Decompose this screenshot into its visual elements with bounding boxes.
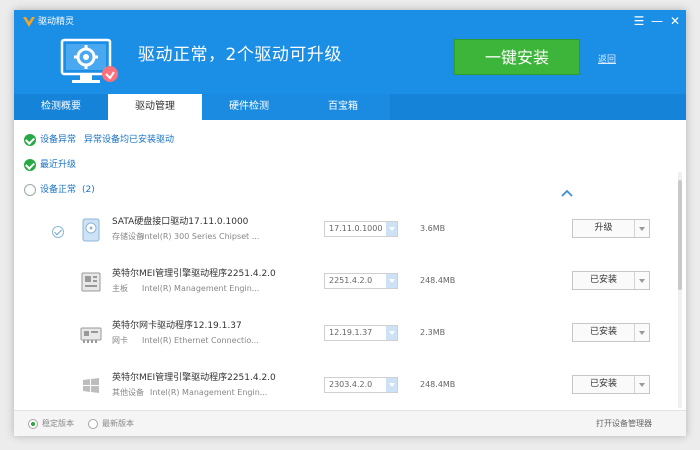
driver-row: 英特尔MEI管理引擎驱动程序2251.4.2.0 主板 Intel(R) Man… <box>14 268 686 320</box>
version-select[interactable]: 2251.4.2.0 <box>324 273 398 289</box>
tab-detection-summary[interactable]: 检测概要 <box>14 94 108 120</box>
motherboard-icon <box>81 272 101 292</box>
latest-version-label[interactable]: 最新版本 <box>102 418 134 430</box>
scrollbar[interactable] <box>678 172 682 408</box>
recent-check-icon <box>24 159 36 171</box>
upgrade-button[interactable]: 升级 <box>572 219 650 238</box>
version-select[interactable]: 12.19.1.37 <box>324 325 398 341</box>
driver-name: 英特尔网卡驱动程序12.19.1.37 <box>112 321 242 331</box>
driver-name: 英特尔MEI管理引擎驱动程序2251.4.2.0 <box>112 269 276 279</box>
version-value: 2251.4.2.0 <box>329 276 373 285</box>
action-dropdown-icon[interactable] <box>635 324 649 341</box>
action-label: 已安装 <box>573 272 635 289</box>
version-value: 2303.4.2.0 <box>329 380 373 389</box>
version-value: 17.11.0.1000 <box>329 224 383 233</box>
version-value: 12.19.1.37 <box>329 328 373 337</box>
action-label: 已安装 <box>573 324 635 341</box>
stable-version-radio[interactable] <box>28 419 38 429</box>
latest-version-radio[interactable] <box>88 419 98 429</box>
section-device-normal[interactable]: 设备正常 <box>40 184 76 196</box>
tab-driver-management[interactable]: 驱动管理 <box>108 94 202 120</box>
abnormal-check-icon <box>24 134 36 146</box>
tab-toolbox[interactable]: 百宝箱 <box>296 94 390 120</box>
windows-device-icon <box>83 378 99 393</box>
header-banner: 驱动精灵 ☰ — ✕ 驱动正常，2个驱动可升级 一键安装 返回 <box>14 10 686 94</box>
driver-category: 其他设备 <box>112 388 144 397</box>
driver-size: 248.4MB <box>420 276 456 285</box>
driver-description: Intel(R) 300 Series Chipset ... <box>142 232 260 241</box>
installed-button[interactable]: 已安装 <box>572 271 650 290</box>
installed-button[interactable]: 已安装 <box>572 375 650 394</box>
app-title: 驱动精灵 <box>38 17 75 27</box>
action-dropdown-icon[interactable] <box>635 272 649 289</box>
action-dropdown-icon[interactable] <box>635 220 649 237</box>
hard-disk-icon <box>82 218 100 242</box>
section-abnormal-detail: 异常设备均已安装驱动 <box>84 135 175 145</box>
chevron-down-icon <box>386 274 397 288</box>
driver-category: 主板 <box>112 284 128 293</box>
open-device-manager-link[interactable]: 打开设备管理器 <box>596 418 652 430</box>
driver-name: SATA硬盘接口驱动17.11.0.1000 <box>112 217 249 227</box>
driver-row: 英特尔网卡驱动程序12.19.1.37 网卡 Intel(R) Ethernet… <box>14 320 686 372</box>
driver-size: 2.3MB <box>420 328 446 337</box>
network-card-icon <box>80 327 102 343</box>
section-device-abnormal[interactable]: 设备异常 <box>40 134 76 146</box>
app-window: 驱动精灵 ☰ — ✕ 驱动正常，2个驱动可升级 一键安装 返回 检测概要 驱动管… <box>14 10 686 436</box>
driver-description: Intel(R) Management Engin... <box>142 284 260 293</box>
tab-hardware-detection[interactable]: 硬件检测 <box>202 94 296 120</box>
driver-description: Intel(R) Management Engin... <box>150 388 268 397</box>
version-select[interactable]: 2303.4.2.0 <box>324 377 398 393</box>
section-recent-upgrade[interactable]: 最近升级 <box>40 159 76 171</box>
row-select-check-icon[interactable] <box>52 226 64 238</box>
action-label: 已安装 <box>573 376 635 393</box>
computer-gear-icon <box>60 38 118 83</box>
chevron-down-icon <box>386 326 397 340</box>
driver-status-text: 驱动正常，2个驱动可升级 <box>138 45 342 65</box>
collapse-chevron-icon[interactable] <box>560 188 574 198</box>
driver-size: 248.4MB <box>420 380 456 389</box>
scrollbar-thumb[interactable] <box>678 180 682 290</box>
app-logo-icon <box>23 17 35 27</box>
driver-category: 网卡 <box>112 336 128 345</box>
driver-size: 3.6MB <box>420 224 446 233</box>
section-normal-count: (2) <box>82 185 95 195</box>
action-dropdown-icon[interactable] <box>635 376 649 393</box>
tab-bar: 检测概要 驱动管理 硬件检测 百宝箱 <box>14 94 686 120</box>
stable-version-label[interactable]: 稳定版本 <box>42 418 74 430</box>
one-click-install-button[interactable]: 一键安装 <box>454 39 580 75</box>
normal-status-icon <box>24 184 36 196</box>
driver-description: Intel(R) Ethernet Connectio... <box>142 336 259 345</box>
chevron-down-icon <box>386 378 397 392</box>
installed-button[interactable]: 已安装 <box>572 323 650 342</box>
back-link[interactable]: 返回 <box>598 52 616 65</box>
action-label: 升级 <box>573 220 635 237</box>
menu-icon[interactable]: ☰ <box>632 14 646 28</box>
driver-row: SATA硬盘接口驱动17.11.0.1000 存储设备 Intel(R) 300… <box>14 216 686 268</box>
driver-category: 存储设备 <box>112 232 144 241</box>
driver-name: 英特尔MEI管理引擎驱动程序2251.4.2.0 <box>112 373 276 383</box>
version-select[interactable]: 17.11.0.1000 <box>324 221 398 237</box>
minimize-icon[interactable]: — <box>650 14 664 28</box>
close-icon[interactable]: ✕ <box>668 14 682 28</box>
footer-bar: 稳定版本 最新版本 打开设备管理器 <box>14 410 686 436</box>
chevron-down-icon <box>386 222 397 236</box>
